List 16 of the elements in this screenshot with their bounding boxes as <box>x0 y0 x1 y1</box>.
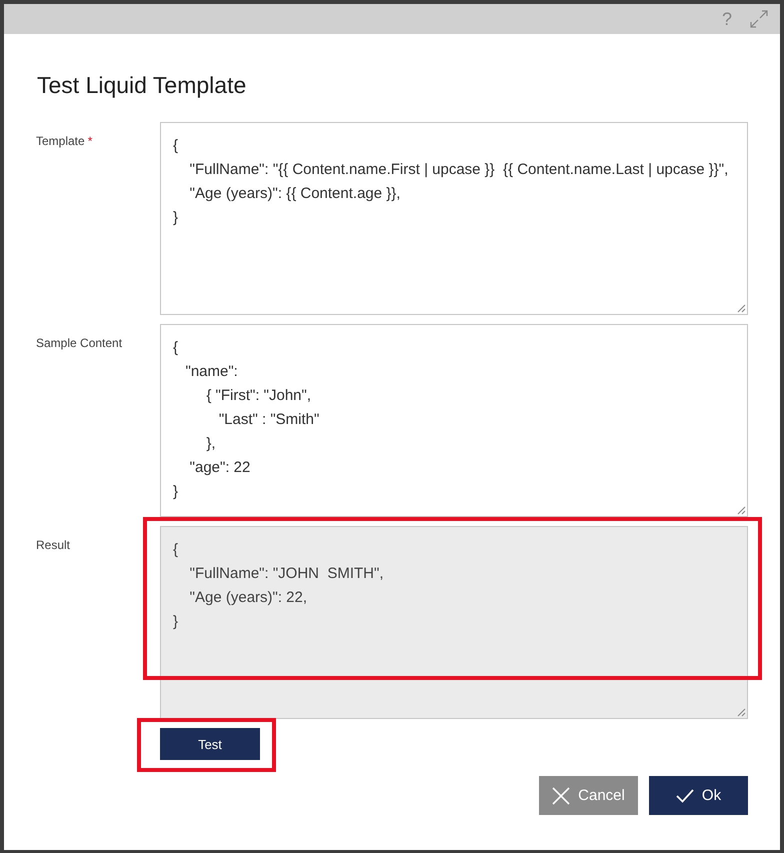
required-mark: * <box>88 134 92 148</box>
resize-grip-icon[interactable] <box>737 708 746 717</box>
field-label: Sample Content <box>36 336 122 350</box>
text-area[interactable]: { "name": { "First": "John", "Last" : "Smith" }, "age": 22 } <box>160 324 748 517</box>
dialog-title: Test Liquid Template <box>37 71 248 100</box>
checkmark-icon <box>676 788 694 802</box>
test-button[interactable]: Test <box>160 728 260 760</box>
text-area[interactable]: { "FullName": "{{ Content.name.First | upcase }} {{ Content.name.Last | upcase }}", "Age (years)": {{ Content.age }}, } <box>160 122 748 315</box>
text-area[interactable]: { "FullName": "JOHN SMITH", "Age (years)": 22, } <box>160 526 748 719</box>
field-label: Template <box>36 134 85 148</box>
field-label: Result <box>36 538 70 552</box>
resize-grip-icon[interactable] <box>737 506 746 515</box>
resize-grip-icon[interactable] <box>737 304 746 313</box>
close-icon <box>552 786 570 804</box>
expand-icon[interactable] <box>750 10 768 28</box>
ok-button[interactable]: Ok <box>649 776 748 815</box>
